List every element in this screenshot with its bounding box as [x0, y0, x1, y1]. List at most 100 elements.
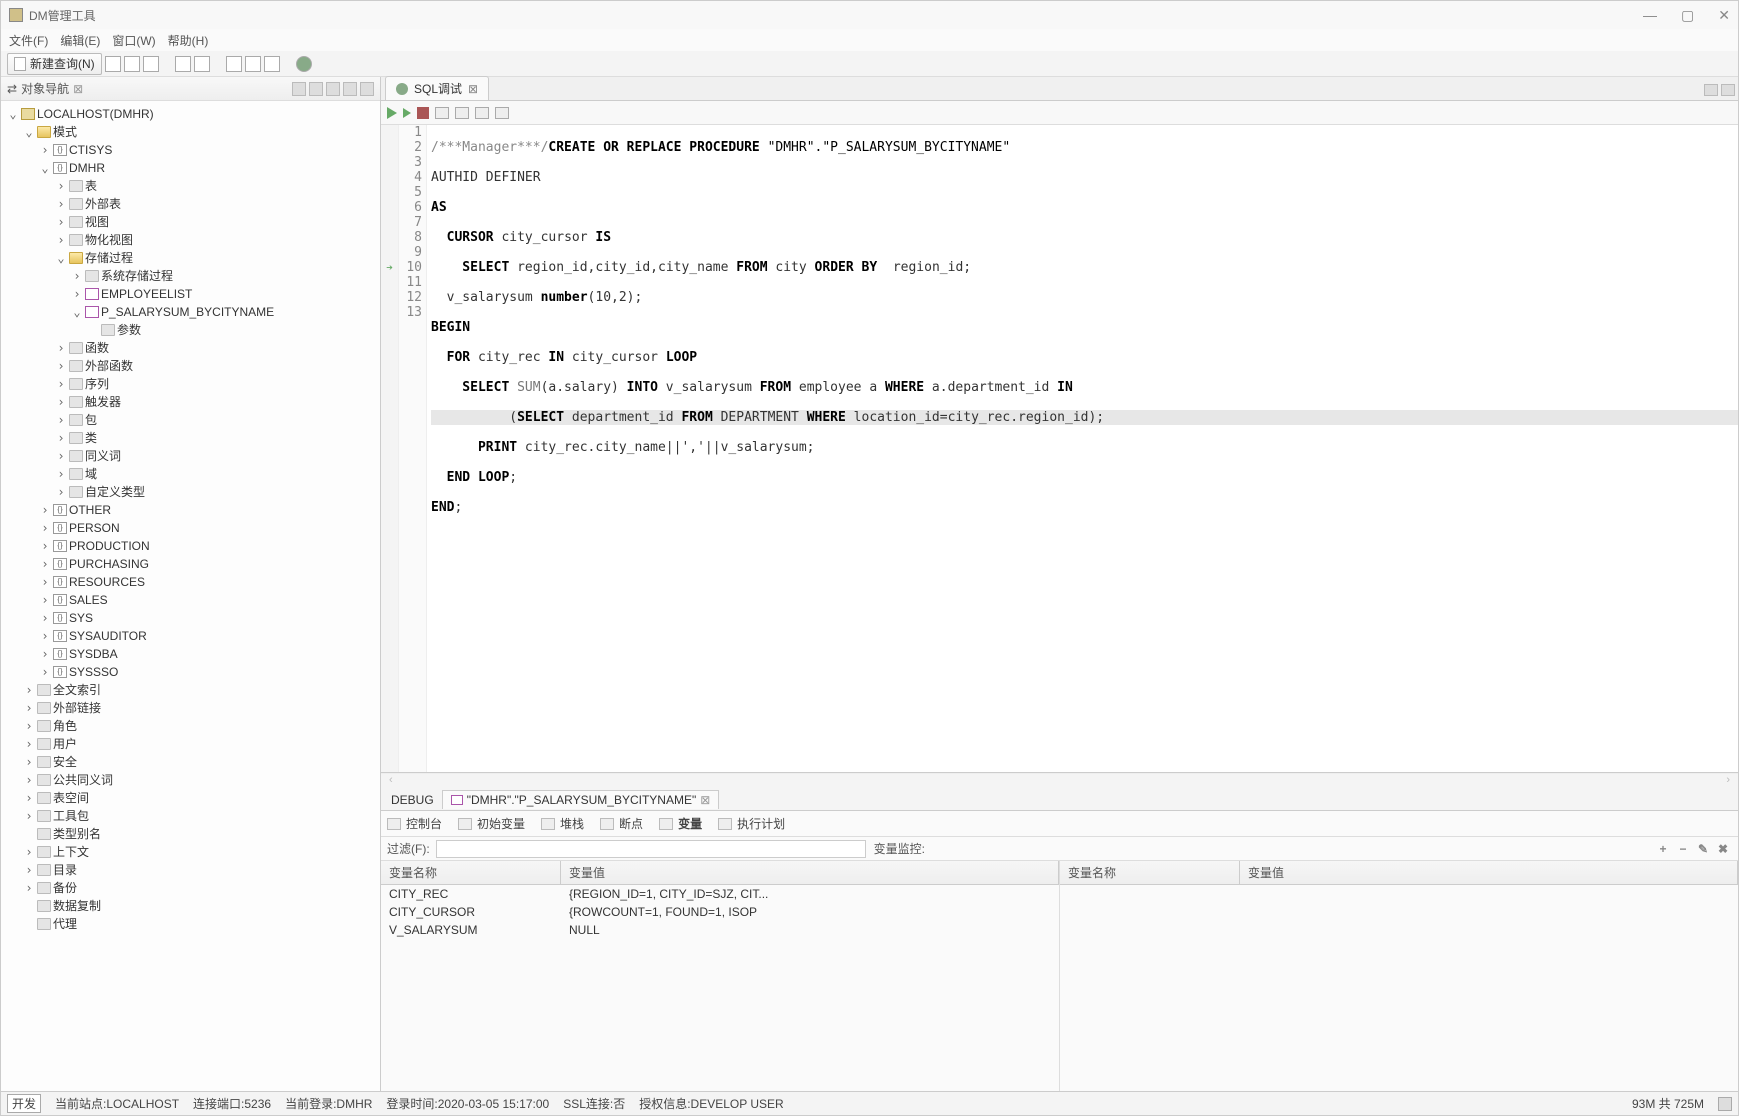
tree-p-salarysum[interactable]: ⌄P_SALARYSUM_BYCITYNAME — [69, 303, 380, 321]
tree-trigger[interactable]: ›触发器 — [53, 393, 380, 411]
tree-user[interactable]: ›用户 — [21, 735, 380, 753]
save-all-icon[interactable] — [143, 56, 159, 72]
tree-schema-sys[interactable]: ›{}SYS — [37, 609, 380, 627]
redo-icon[interactable] — [194, 56, 210, 72]
tree-tablespace[interactable]: ›表空间 — [21, 789, 380, 807]
tree-package[interactable]: ›包 — [53, 411, 380, 429]
tree-schema-dmhr[interactable]: ⌄{}DMHR — [37, 159, 380, 177]
var-row[interactable]: CITY_CURSOR{ROWCOUNT=1, FOUND=1, ISOP — [381, 903, 1059, 921]
resume-icon[interactable] — [475, 107, 489, 119]
tree-schema-purchasing[interactable]: ›{}PURCHASING — [37, 555, 380, 573]
step-over-icon[interactable] — [403, 108, 411, 118]
tree-backup[interactable]: ›备份 — [21, 879, 380, 897]
menu-help[interactable]: 帮助(H) — [168, 32, 209, 49]
filter-icon[interactable] — [292, 82, 306, 96]
tree-schema-sysdba[interactable]: ›{}SYSDBA — [37, 645, 380, 663]
maximize-panel-icon[interactable] — [1721, 84, 1735, 96]
tree-fulltext[interactable]: ›全文索引 — [21, 681, 380, 699]
var-row[interactable]: V_SALARYSUMNULL — [381, 921, 1059, 939]
tree-schema-production[interactable]: ›{}PRODUCTION — [37, 537, 380, 555]
object-tree[interactable]: ⌄LOCALHOST(DMHR) ⌄模式 ›{}CTISYS ⌄{}DMHR ›… — [1, 101, 380, 1091]
settings-icon[interactable] — [495, 107, 509, 119]
step-out-icon[interactable] — [455, 107, 469, 119]
tree-employeelist[interactable]: ›EMPLOYEELIST — [69, 285, 380, 303]
maximize-button[interactable]: ▢ — [1681, 7, 1694, 24]
stop-icon[interactable] — [417, 107, 429, 119]
var-row[interactable]: CITY_REC{REGION_ID=1, CITY_ID=SJZ, CIT..… — [381, 885, 1059, 903]
trash-icon[interactable] — [1718, 1097, 1732, 1111]
dtab-stack[interactable]: 堆栈 — [541, 815, 584, 832]
tree-custom-type[interactable]: ›自定义类型 — [53, 483, 380, 501]
run-icon[interactable] — [387, 107, 397, 119]
tree-sysproc[interactable]: ›系统存储过程 — [69, 267, 380, 285]
tree-context[interactable]: ›上下文 — [21, 843, 380, 861]
tree-view[interactable]: ›视图 — [53, 213, 380, 231]
tree-params[interactable]: 参数 — [85, 321, 380, 339]
tree-schema-other[interactable]: ›{}OTHER — [37, 501, 380, 519]
edit-watch-icon[interactable]: ✎ — [1696, 842, 1710, 856]
tree-ext-table[interactable]: ›外部表 — [53, 195, 380, 213]
tree-security[interactable]: ›安全 — [21, 753, 380, 771]
menu-file[interactable]: 文件(F) — [9, 32, 48, 49]
tree-table[interactable]: ›表 — [53, 177, 380, 195]
open-icon[interactable] — [105, 56, 121, 72]
tree-extlink[interactable]: ›外部链接 — [21, 699, 380, 717]
undo-icon[interactable] — [175, 56, 191, 72]
tree-pubsyn[interactable]: ›公共同义词 — [21, 771, 380, 789]
code-content[interactable]: /***Manager***/CREATE OR REPLACE PROCEDU… — [427, 125, 1738, 772]
step-into-icon[interactable] — [435, 107, 449, 119]
tree-sequence[interactable]: ›序列 — [53, 375, 380, 393]
new-query-button[interactable]: 新建查询(N) — [7, 53, 102, 75]
dtab-exec-plan[interactable]: 执行计划 — [718, 815, 785, 832]
tab-close-icon[interactable]: ⊠ — [73, 82, 83, 96]
save-icon[interactable] — [124, 56, 140, 72]
add-watch-icon[interactable]: + — [1656, 842, 1670, 856]
tree-schema-sales[interactable]: ›{}SALES — [37, 591, 380, 609]
tree-schema-sysauditor[interactable]: ›{}SYSAUDITOR — [37, 627, 380, 645]
code-editor[interactable]: ➔ 123 456 789 101112 13 /***Manager***/C… — [381, 125, 1738, 773]
cut-icon[interactable] — [226, 56, 242, 72]
editor-scrollbar[interactable]: ‹› — [381, 773, 1738, 789]
tree-ext-function[interactable]: ›外部函数 — [53, 357, 380, 375]
menu-icon[interactable] — [360, 82, 374, 96]
link-icon[interactable] — [326, 82, 340, 96]
tree-storedproc[interactable]: ⌄存储过程 — [53, 249, 380, 267]
tree-schema-person[interactable]: ›{}PERSON — [37, 519, 380, 537]
minimize-panel-icon[interactable] — [1704, 84, 1718, 96]
paste-icon[interactable] — [264, 56, 280, 72]
tree-schema-syssso[interactable]: ›{}SYSSSO — [37, 663, 380, 681]
tree-typealias[interactable]: 类型别名 — [21, 825, 380, 843]
close-button[interactable]: ✕ — [1718, 7, 1730, 24]
tree-function[interactable]: ›函数 — [53, 339, 380, 357]
tab-close-icon[interactable]: ⊠ — [700, 793, 710, 807]
menu-edit[interactable]: 编辑(E) — [60, 32, 100, 49]
refresh-icon[interactable] — [309, 82, 323, 96]
dtab-breakpoints[interactable]: 断点 — [600, 815, 643, 832]
minimize-button[interactable]: — — [1643, 7, 1657, 24]
tree-schema-resources[interactable]: ›{}RESOURCES — [37, 573, 380, 591]
tree-datarepl[interactable]: 数据复制 — [21, 897, 380, 915]
tree-class[interactable]: ›类 — [53, 429, 380, 447]
tree-domain[interactable]: ›域 — [53, 465, 380, 483]
tree-directory[interactable]: ›目录 — [21, 861, 380, 879]
tree-synonym[interactable]: ›同义词 — [53, 447, 380, 465]
tree-mode[interactable]: ⌄模式 — [21, 123, 380, 141]
dtab-init-vars[interactable]: 初始变量 — [458, 815, 525, 832]
tree-toolkit[interactable]: ›工具包 — [21, 807, 380, 825]
tab-close-icon[interactable]: ⊠ — [468, 82, 478, 96]
menu-window[interactable]: 窗口(W) — [112, 32, 155, 49]
clear-watch-icon[interactable]: ✖ — [1716, 842, 1730, 856]
debug-icon[interactable] — [296, 56, 312, 72]
tree-role[interactable]: ›角色 — [21, 717, 380, 735]
dtab-console[interactable]: 控制台 — [387, 815, 442, 832]
filter-input[interactable] — [436, 840, 866, 858]
tree-schema-ctisys[interactable]: ›{}CTISYS — [37, 141, 380, 159]
tab-sql-debug[interactable]: SQL调试 ⊠ — [385, 76, 489, 100]
tree-root[interactable]: ⌄LOCALHOST(DMHR) — [5, 105, 380, 123]
tree-matview[interactable]: ›物化视图 — [53, 231, 380, 249]
debug-tab-proc[interactable]: "DMHR"."P_SALARYSUM_BYCITYNAME" ⊠ — [442, 790, 720, 809]
dtab-variables[interactable]: 变量 — [659, 815, 702, 832]
tree-agent[interactable]: 代理 — [21, 915, 380, 933]
collapse-icon[interactable] — [343, 82, 357, 96]
copy-icon[interactable] — [245, 56, 261, 72]
